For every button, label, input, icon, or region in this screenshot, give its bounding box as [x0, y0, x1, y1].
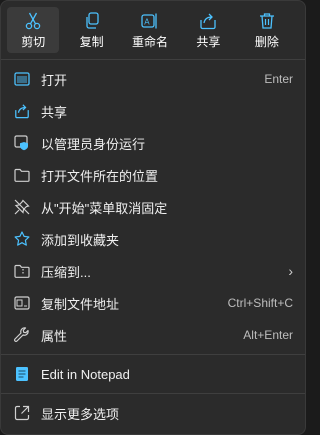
menu-item-unpin-start[interactable]: 从"开始"菜单取消固定	[1, 191, 305, 223]
copy-label: 复制	[79, 35, 104, 49]
folder-icon	[11, 164, 33, 186]
notepad-icon	[11, 363, 33, 385]
menu-item-shortcut: Alt+Enter	[243, 328, 293, 342]
share-toolbar-button[interactable]: 共享	[182, 7, 234, 53]
menu-group-extensions: Edit in Notepad	[1, 355, 305, 393]
trash-icon	[257, 11, 277, 31]
menu-group-main: 打开 Enter 共享 以管理员身份运行 打开文件所在的位置 从"开始"菜单取消…	[1, 60, 305, 354]
menu-group-more: 显示更多选项	[1, 394, 305, 432]
star-icon	[11, 228, 33, 250]
copy-path-icon	[11, 292, 33, 314]
menu-item-run-as-admin[interactable]: 以管理员身份运行	[1, 127, 305, 159]
rename-label: 重命名	[132, 35, 169, 49]
menu-item-share[interactable]: 共享	[1, 95, 305, 127]
open-icon	[11, 68, 33, 90]
menu-item-copy-path[interactable]: 复制文件地址 Ctrl+Shift+C	[1, 287, 305, 319]
menu-item-compress[interactable]: 压缩到... ›	[1, 255, 305, 287]
menu-item-label: 打开文件所在的位置	[41, 168, 159, 184]
cut-label: 剪切	[21, 35, 46, 49]
menu-item-open-location[interactable]: 打开文件所在的位置	[1, 159, 305, 191]
wrench-icon	[11, 324, 33, 346]
share-label: 共享	[196, 35, 221, 49]
menu-item-label: 以管理员身份运行	[41, 136, 146, 152]
menu-item-label: 从"开始"菜单取消固定	[41, 200, 168, 216]
menu-item-label: 压缩到...	[41, 264, 91, 280]
copy-icon	[82, 11, 102, 31]
menu-item-label: 共享	[41, 104, 68, 120]
menu-item-shortcut: Ctrl+Shift+C	[227, 296, 293, 310]
chevron-right-icon: ›	[288, 263, 293, 279]
share-icon	[198, 11, 218, 31]
more-options-icon	[11, 402, 33, 424]
menu-item-properties[interactable]: 属性 Alt+Enter	[1, 319, 305, 351]
menu-item-label: 添加到收藏夹	[41, 232, 120, 248]
context-menu: 剪切 复制 A 重命名 共享 删除 打开 Enter 共享 以管理员身份运行 打…	[0, 0, 306, 435]
delete-button[interactable]: 删除	[241, 7, 293, 53]
menu-item-open[interactable]: 打开 Enter	[1, 63, 305, 95]
unpin-icon	[11, 196, 33, 218]
copy-button[interactable]: 复制	[65, 7, 117, 53]
menu-item-shortcut: Enter	[264, 72, 293, 86]
menu-item-label: 显示更多选项	[41, 406, 120, 422]
menu-item-more-options[interactable]: 显示更多选项	[1, 397, 305, 429]
menu-item-add-favorites[interactable]: 添加到收藏夹	[1, 223, 305, 255]
menu-item-label: 复制文件地址	[41, 296, 120, 312]
rename-icon: A	[140, 11, 160, 31]
rename-button[interactable]: A 重命名	[124, 7, 176, 53]
svg-text:A: A	[144, 18, 150, 27]
menu-item-label: Edit in Notepad	[41, 366, 130, 382]
delete-label: 删除	[254, 35, 279, 49]
shield-icon	[11, 132, 33, 154]
quick-actions-toolbar: 剪切 复制 A 重命名 共享 删除	[1, 1, 305, 59]
menu-item-edit-notepad[interactable]: Edit in Notepad	[1, 358, 305, 390]
menu-item-label: 打开	[41, 72, 68, 88]
scissors-icon	[23, 11, 43, 31]
cut-button[interactable]: 剪切	[7, 7, 60, 53]
compress-icon	[11, 260, 33, 282]
share-icon	[11, 100, 33, 122]
menu-item-label: 属性	[41, 328, 68, 344]
